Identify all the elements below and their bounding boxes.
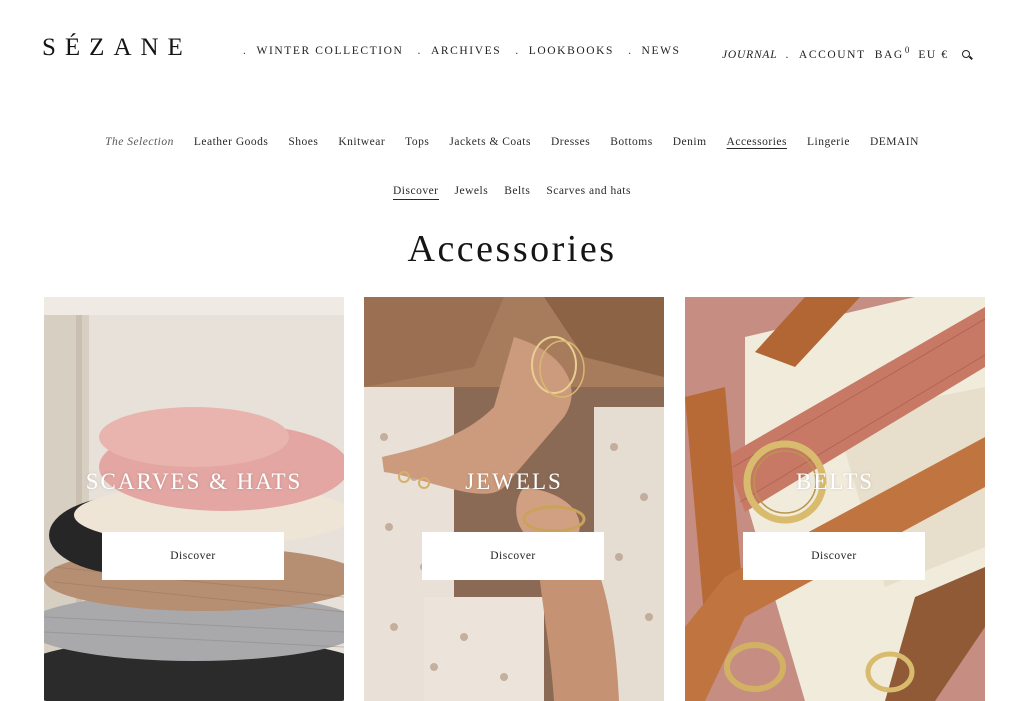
currency-selector[interactable]: EU €	[918, 49, 948, 61]
cat-denim[interactable]: Denim	[673, 136, 707, 148]
category-nav: The Selection Leather Goods Shoes Knitwe…	[0, 136, 1024, 148]
sub-discover[interactable]: Discover	[393, 185, 439, 200]
belts-photo	[685, 297, 985, 701]
sub-jewels[interactable]: Jewels	[455, 185, 489, 200]
nav-bag[interactable]: BAG0	[875, 45, 910, 61]
tile-belts[interactable]: BELTS Discover	[685, 297, 985, 701]
discover-button[interactable]: Discover	[422, 532, 604, 580]
tile-scarves-hats[interactable]: SCARVES & HATS Discover	[44, 297, 344, 701]
nav-journal[interactable]: JOURNAL	[722, 49, 777, 61]
page-title: Accessories	[407, 228, 617, 270]
subcategory-nav: Discover Jewels Belts Scarves and hats	[0, 185, 1024, 200]
cat-shoes[interactable]: Shoes	[288, 136, 318, 148]
jewels-photo	[364, 297, 664, 701]
tile-label: BELTS	[795, 469, 875, 494]
nav-separator: .	[417, 45, 422, 57]
nav-separator: .	[785, 48, 790, 61]
cat-the-selection[interactable]: The Selection	[105, 136, 174, 148]
nav-lookbooks[interactable]: LOOKBOOKS	[529, 45, 614, 57]
cat-tops[interactable]: Tops	[405, 136, 429, 148]
bag-count-badge: 0	[904, 45, 910, 55]
cat-demain[interactable]: DEMAIN	[870, 136, 919, 148]
knit-hats-photo	[44, 297, 344, 701]
tile-label: SCARVES & HATS	[85, 469, 303, 494]
nav-separator: .	[628, 45, 633, 57]
sub-scarves-hats[interactable]: Scarves and hats	[546, 185, 631, 200]
cat-lingerie[interactable]: Lingerie	[807, 136, 850, 148]
tile-jewels[interactable]: JEWELS Discover	[364, 297, 664, 701]
cat-leather-goods[interactable]: Leather Goods	[194, 136, 269, 148]
cat-bottoms[interactable]: Bottoms	[610, 136, 652, 148]
nav-account[interactable]: ACCOUNT	[799, 49, 866, 61]
nav-winter-collection[interactable]: WINTER COLLECTION	[256, 45, 403, 57]
cat-knitwear[interactable]: Knitwear	[338, 136, 385, 148]
nav-separator: .	[243, 45, 248, 57]
nav-separator: .	[515, 45, 520, 57]
tile-label: JEWELS	[465, 469, 563, 494]
sub-belts[interactable]: Belts	[504, 185, 530, 200]
cat-dresses[interactable]: Dresses	[551, 136, 590, 148]
nav-news[interactable]: NEWS	[642, 45, 681, 57]
cat-accessories[interactable]: Accessories	[727, 136, 787, 148]
brand-logo[interactable]: SÉZANE	[42, 34, 192, 62]
search-icon[interactable]	[961, 49, 970, 58]
discover-button[interactable]: Discover	[743, 532, 925, 580]
main-nav: . WINTER COLLECTION . ARCHIVES . LOOKBOO…	[243, 45, 695, 57]
cat-jackets-coats[interactable]: Jackets & Coats	[449, 136, 531, 148]
bag-label: BAG	[874, 48, 904, 61]
discover-button[interactable]: Discover	[102, 532, 284, 580]
nav-archives[interactable]: ARCHIVES	[431, 45, 501, 57]
utility-nav: JOURNAL . ACCOUNT BAG0 EU €	[722, 45, 970, 61]
